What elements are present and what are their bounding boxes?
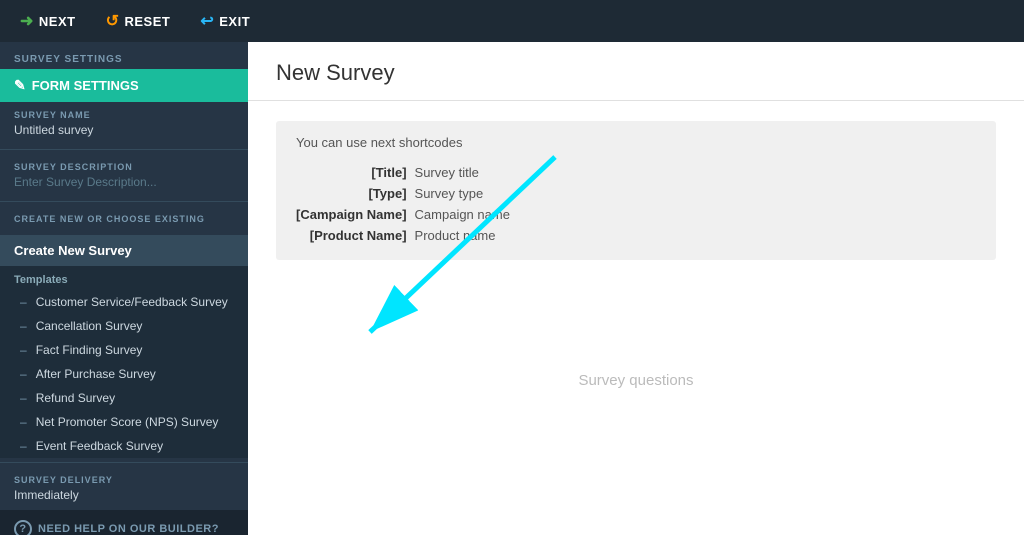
content-header: New Survey: [248, 42, 1024, 101]
survey-description-group: SURVEY DESCRIPTION Enter Survey Descript…: [0, 154, 248, 197]
shortcode-key: [Campaign Name]: [296, 204, 415, 225]
reset-button[interactable]: ↺ RESET: [96, 7, 181, 35]
create-new-label: CREATE NEW OR CHOOSE EXISTING: [14, 214, 234, 224]
shortcodes-title: You can use next shortcodes: [296, 135, 976, 150]
help-icon: ?: [14, 520, 32, 535]
survey-dropdown: Create New Survey Templates Customer Ser…: [0, 235, 248, 458]
shortcode-row: [Title] Survey title: [296, 162, 520, 183]
shortcodes-box: You can use next shortcodes [Title] Surv…: [276, 121, 996, 260]
survey-name-value[interactable]: Untitled survey: [14, 123, 234, 137]
reset-icon: ↺: [106, 11, 120, 31]
survey-settings-label: SURVEY SETTINGS: [0, 42, 248, 69]
template-item-0[interactable]: Customer Service/Feedback Survey: [0, 290, 248, 314]
survey-delivery-fields: SURVEY DELIVERY Immediately: [0, 467, 248, 510]
templates-header: Templates: [0, 266, 248, 290]
shortcode-key: [Title]: [296, 162, 415, 183]
form-settings-item[interactable]: ✎ FORM SETTINGS: [0, 69, 248, 102]
survey-description-placeholder[interactable]: Enter Survey Description...: [14, 175, 234, 189]
divider-2: [0, 201, 248, 202]
template-item-6[interactable]: Event Feedback Survey: [0, 434, 248, 458]
template-item-4[interactable]: Refund Survey: [0, 386, 248, 410]
survey-delivery-value[interactable]: Immediately: [14, 488, 234, 502]
shortcode-value: Product name: [415, 225, 520, 246]
toolbar: ➜ NEXT ↺ RESET ↩ EXIT: [0, 0, 1024, 42]
shortcode-value: Survey type: [415, 183, 520, 204]
create-new-group: CREATE NEW OR CHOOSE EXISTING: [0, 206, 248, 235]
template-item-3[interactable]: After Purchase Survey: [0, 362, 248, 386]
shortcode-value: Survey title: [415, 162, 520, 183]
survey-name-group: SURVEY NAME Untitled survey: [0, 102, 248, 145]
create-new-selected[interactable]: Create New Survey: [0, 235, 248, 266]
template-item-5[interactable]: Net Promoter Score (NPS) Survey: [0, 410, 248, 434]
shortcode-row: [Product Name] Product name: [296, 225, 520, 246]
template-item-2[interactable]: Fact Finding Survey: [0, 338, 248, 362]
content-area: New Survey You can use next shortcodes […: [248, 42, 1024, 535]
exit-button[interactable]: ↩ EXIT: [190, 7, 260, 35]
survey-description-label: SURVEY DESCRIPTION: [14, 162, 234, 172]
next-icon: ➜: [20, 11, 34, 31]
next-button[interactable]: ➜ NEXT: [10, 7, 86, 35]
shortcodes-table: [Title] Survey title [Type] Survey type …: [296, 162, 520, 246]
survey-delivery-label: SURVEY DELIVERY: [14, 475, 234, 485]
shortcode-value: Campaign name: [415, 204, 520, 225]
survey-name-label: SURVEY NAME: [14, 110, 234, 120]
divider-3: [0, 462, 248, 463]
survey-delivery-group: SURVEY DELIVERY Immediately: [0, 467, 248, 510]
survey-questions-area: Survey questions: [248, 280, 1024, 480]
divider-1: [0, 149, 248, 150]
pencil-icon: ✎: [14, 77, 26, 94]
main-layout: SURVEY SETTINGS ✎ FORM SETTINGS SURVEY N…: [0, 42, 1024, 535]
template-item-1[interactable]: Cancellation Survey: [0, 314, 248, 338]
shortcode-key: [Product Name]: [296, 225, 415, 246]
exit-icon: ↩: [200, 11, 214, 31]
help-bar[interactable]: ? NEED HELP ON OUR BUILDER?: [0, 510, 248, 535]
shortcode-key: [Type]: [296, 183, 415, 204]
shortcode-row: [Campaign Name] Campaign name: [296, 204, 520, 225]
shortcode-row: [Type] Survey type: [296, 183, 520, 204]
sidebar: SURVEY SETTINGS ✎ FORM SETTINGS SURVEY N…: [0, 42, 248, 535]
page-title: New Survey: [276, 60, 996, 86]
